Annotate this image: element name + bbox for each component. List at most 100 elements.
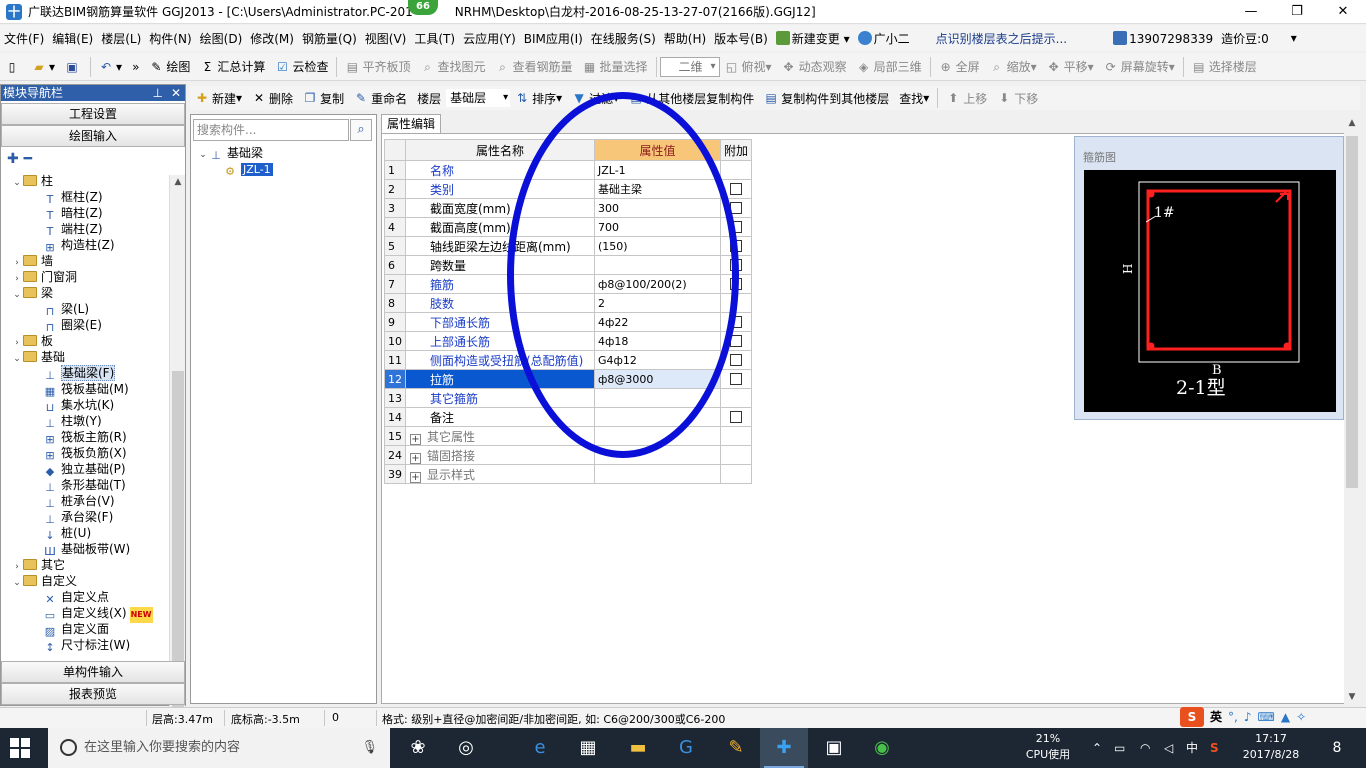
property-value-cell[interactable]: 700 [594,217,721,237]
nav-tree-item[interactable]: ↓ 桩(U) [3,525,169,542]
nav-scrollbar[interactable]: ▲ ▼ [169,175,185,741]
nav-tree-item[interactable]: ⊞ 筏板主筋(R) [3,429,169,446]
property-row[interactable]: 39 + 显示样式 [384,464,753,484]
property-value-cell[interactable]: 300 [594,198,721,218]
sogou-tray-icon[interactable]: S [1210,728,1219,768]
property-extra-cell[interactable] [719,217,753,237]
draw-button[interactable]: ✎ 绘图 [144,55,195,79]
menu-draw[interactable]: 绘图(D) [196,30,247,47]
expand-collapse-icons[interactable]: ✚ ━ [7,151,32,167]
find-element-button[interactable]: ⌕ 查找图元 [415,55,490,79]
property-row[interactable]: 8 肢数 2 [384,293,753,313]
overflow-button[interactable]: » [127,55,144,79]
property-value-cell[interactable]: 4ф18 [594,331,721,351]
microphone-icon[interactable]: 🎙 [361,728,378,768]
nav-tree-item[interactable]: ⌄ 基础 [3,349,169,365]
rotate-button[interactable]: ⟳ 屏幕旋转 ▾ [1099,55,1180,79]
property-row[interactable]: 14 备注 [384,407,753,427]
property-row[interactable]: 3 截面宽度(mm) 300 [384,198,753,218]
property-value-cell[interactable] [594,388,721,408]
tree-root-foundation-beam[interactable]: ⌄ ⊥ 基础梁 [197,145,273,162]
nav-tree-item[interactable]: ⊥ 条形基础(T) [3,477,169,494]
menu-overflow-icon[interactable]: ▾ [1287,31,1301,45]
tree-item-jzl1[interactable]: ⚙ JZL-1 [197,161,273,178]
hint-text[interactable]: 点识别楼层表之后提示... [932,30,1071,47]
property-value-cell[interactable]: ф8@100/200(2) [594,274,721,294]
extra-checkbox[interactable] [730,335,742,347]
cpu-usage-widget[interactable]: 21% CPU使用 [1022,731,1074,763]
stirrup-diagram-canvas[interactable]: 1# H B 2-1型 [1084,170,1336,412]
property-row[interactable]: 1 名称 JZL-1 [384,160,753,180]
extra-checkbox[interactable] [730,411,742,423]
project-settings-button[interactable]: 工程设置 [1,103,185,125]
nav-tree-item[interactable]: ⊞ 构造柱(Z) [3,237,169,254]
property-extra-cell[interactable] [719,198,753,218]
nav-tree-item[interactable]: ⌄ 柱 [3,173,169,189]
property-extra-cell[interactable] [719,407,753,427]
ime-lang-toggle[interactable]: 英 [1210,708,1222,725]
menu-online[interactable]: 在线服务(S) [587,30,660,47]
property-row[interactable]: 6 跨数量 [384,255,753,275]
menu-tools[interactable]: 工具(T) [410,30,459,47]
property-extra-cell[interactable] [719,274,753,294]
ime-tools-icon[interactable]: ✧ [1296,710,1306,724]
task-view-icon[interactable]: ❀ [394,728,442,768]
zoom-button[interactable]: ⌕ 缩放 ▾ [985,55,1042,79]
report-preview-button[interactable]: 报表预览 [1,683,185,705]
view-rebar-button[interactable]: ⌕ 查看钢筋量 [490,55,577,79]
copy-component-button[interactable]: ❐ 复制 [298,86,349,110]
user-account[interactable]: 13907298339 [1109,30,1217,46]
file-explorer-icon[interactable]: ▬ [614,728,662,768]
nav-tree-item[interactable]: ▦ 筏板基础(M) [3,381,169,398]
property-extra-cell[interactable] [719,464,753,484]
new-component-button[interactable]: ✚ 新建 ▾ [190,86,247,110]
nav-tree-item[interactable]: Ш 基础板带(W) [3,541,169,558]
expand-plus-icon[interactable]: + [410,433,421,445]
volume-icon[interactable]: ◁ [1164,728,1173,768]
nav-tree-item[interactable]: › 门窗洞 [3,269,169,285]
property-row[interactable]: 12 拉筋 ф8@3000 [384,369,753,389]
close-button[interactable]: ✕ [1320,0,1366,24]
nav-tree-item[interactable]: › 板 [3,333,169,349]
open-file-button[interactable]: ▰ ▾ [27,55,60,79]
floor-select[interactable]: 基础层 [446,89,511,107]
property-value-cell[interactable]: ф8@3000 [594,369,721,389]
nav-tree-item[interactable]: ⊓ 圈梁(E) [3,317,169,334]
store-icon[interactable]: ▦ [564,728,612,768]
search-icon[interactable]: ⌕ [350,119,372,141]
property-value-cell[interactable]: G4ф12 [594,350,721,370]
nav-tree-item[interactable]: ⊓ 梁(L) [3,301,169,318]
nav-tree-item[interactable]: ⌄ 自定义 [3,573,169,589]
nav-tree-item[interactable]: ◆ 独立基础(P) [3,461,169,478]
fullscreen-button[interactable]: ⊕ 全屏 [934,55,985,79]
nav-tree-item[interactable]: ▨ 自定义面 [3,621,169,638]
menu-rebar-qty[interactable]: 钢筋量(Q) [298,30,361,47]
property-value-cell[interactable] [594,426,721,446]
local-3d-button[interactable]: ◈ 局部三维 [852,55,927,79]
component-search-input[interactable]: 搜索构件... [193,119,349,141]
extra-checkbox[interactable] [730,316,742,328]
notification-badge[interactable]: 66 [408,0,438,15]
green-app-icon[interactable]: ◉ [858,728,906,768]
ime-zh-indicator[interactable]: 中 [1186,728,1198,768]
find-button[interactable]: 查找 ▾ [894,86,934,110]
menu-component[interactable]: 构件(N) [145,30,195,47]
extra-checkbox[interactable] [730,221,742,233]
nav-tree-item[interactable]: ⊥ 承台梁(F) [3,509,169,526]
property-extra-cell[interactable] [719,293,753,313]
single-input-button[interactable]: 单构件输入 [1,661,185,683]
property-value-cell[interactable] [594,445,721,465]
nav-tree-item[interactable]: T 端柱(Z) [3,221,169,238]
property-value-cell[interactable]: 基础主梁 [594,179,721,199]
extra-checkbox[interactable] [730,354,742,366]
new-change-menu[interactable]: 新建变更 ▾ [772,30,854,47]
menu-bim[interactable]: BIM应用(I) [520,30,587,47]
property-row[interactable]: 4 截面高度(mm) 700 [384,217,753,237]
menu-help[interactable]: 帮助(H) [660,30,710,47]
taskbar-clock[interactable]: 17:17 2017/8/28 [1240,731,1302,763]
nav-tree-item[interactable]: ↕ 尺寸标注(W) [3,637,169,654]
property-value-cell[interactable] [594,464,721,484]
wifi-icon[interactable]: ◠ [1140,728,1150,768]
move-up-button[interactable]: ⬆ 上移 [941,86,992,110]
tray-expand-icon[interactable]: ⌃ [1092,728,1102,768]
